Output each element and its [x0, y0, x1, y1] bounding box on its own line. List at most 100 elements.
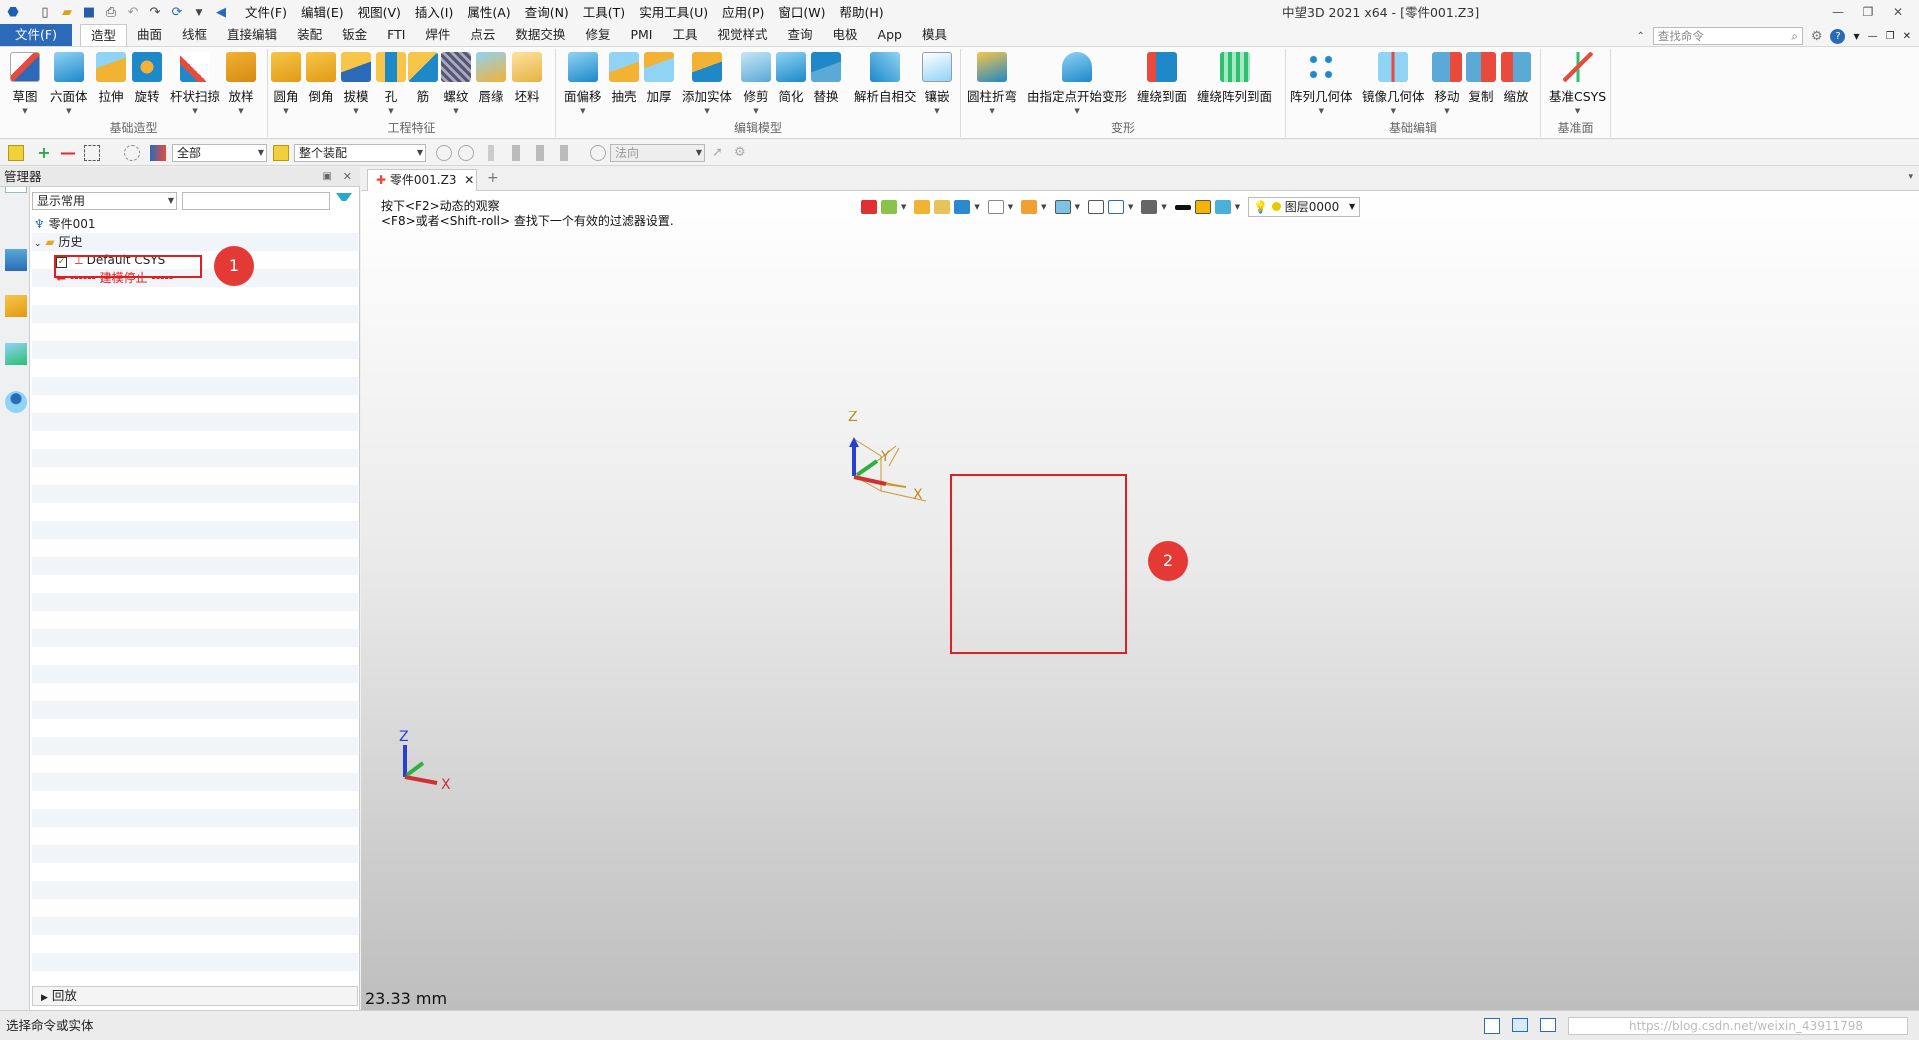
emboss-button[interactable]: 镶嵌 ▼ — [922, 52, 952, 115]
display-filter-select[interactable]: 显示常用 ▼ — [32, 192, 177, 210]
face-offset-button[interactable]: 面偏移 ▼ — [564, 52, 602, 115]
pencil-icon[interactable] — [914, 200, 931, 214]
cylinder-bend-button[interactable]: 圆柱折弯 ▼ — [967, 52, 1017, 115]
part-view-icon[interactable] — [5, 295, 27, 317]
display-settings-icon[interactable] — [1054, 200, 1071, 214]
dropdown-caret-icon[interactable]: ▼ — [1075, 203, 1080, 211]
stock-button[interactable]: 坯料 — [512, 52, 542, 105]
doc-close-icon[interactable]: ✕ — [1903, 31, 1911, 42]
settings-gear-icon[interactable]: ⚙ — [1811, 29, 1823, 44]
shell-button[interactable]: 抽壳 — [609, 52, 639, 105]
loft-button[interactable]: 放样 ▼ — [226, 52, 256, 115]
tab-list-dropdown-icon[interactable]: ▾ — [1908, 172, 1913, 182]
extrude-button[interactable]: 拉伸 — [96, 52, 126, 105]
replace-button[interactable]: 替换 — [811, 52, 841, 105]
menu-inquire[interactable]: 查询(N) — [518, 0, 576, 25]
print-icon[interactable]: ⎙ — [102, 4, 120, 22]
fillet-button[interactable]: 圆角 ▼ — [271, 52, 301, 115]
open-folder-icon[interactable]: ▰ — [58, 4, 76, 22]
exit-sketch-icon[interactable] — [861, 200, 877, 214]
tab-visual-style[interactable]: 视觉样式 — [707, 24, 777, 46]
tab-fti[interactable]: FTI — [377, 24, 415, 46]
remove-icon[interactable]: — — [60, 145, 76, 161]
tab-inquire[interactable]: 查询 — [778, 24, 823, 46]
simplify-button[interactable]: 简化 — [776, 52, 806, 105]
user-icon[interactable] — [5, 391, 27, 413]
tab-mold[interactable]: 模具 — [912, 24, 957, 46]
pick-filter-icon[interactable] — [881, 200, 897, 214]
thread-button[interactable]: 螺纹 ▼ — [441, 52, 471, 115]
hole-button[interactable]: 孔 ▼ — [376, 52, 406, 115]
rib-button[interactable]: 筋 — [408, 52, 438, 105]
undo-icon[interactable]: ↶ — [124, 4, 142, 22]
assembly-scope-icon[interactable] — [273, 145, 289, 161]
mirror-geometry-button[interactable]: 镜像几何体 ▼ — [1362, 52, 1425, 115]
tab-point-cloud[interactable]: 点云 — [460, 24, 505, 46]
copy-button[interactable]: 复制 — [1466, 52, 1496, 105]
material-icon[interactable] — [1214, 200, 1231, 214]
save-icon[interactable]: ■ — [80, 4, 98, 22]
menu-help[interactable]: 帮助(H) — [833, 0, 891, 25]
resolve-self-intersect-button[interactable]: 解析自相交 — [854, 52, 917, 105]
menu-window[interactable]: 窗口(W) — [771, 0, 832, 25]
assembly-scope-select[interactable]: 整个装配 ▼ — [294, 144, 426, 162]
new-file-icon[interactable]: ▯ — [36, 4, 54, 22]
layer-select[interactable]: 💡 图层0000 ▼ — [1248, 197, 1361, 217]
tab-app[interactable]: App — [868, 24, 912, 46]
tab-wireframe[interactable]: 线框 — [172, 24, 217, 46]
tab-pmi[interactable]: PMI — [620, 24, 662, 46]
refresh-icon[interactable]: ⟳ — [168, 4, 186, 22]
close-panel-icon[interactable]: ✕ — [343, 167, 352, 187]
new-tab-icon[interactable]: + — [487, 170, 499, 186]
add-icon[interactable]: + — [36, 145, 52, 161]
chamfer-button[interactable]: 倒角 — [306, 52, 336, 105]
collapse-ribbon-icon[interactable]: ⌃ — [1636, 31, 1644, 42]
dropdown-caret-icon[interactable]: ▼ — [1008, 203, 1013, 211]
tab-repair[interactable]: 修复 — [575, 24, 620, 46]
tab-weldment[interactable]: 焊件 — [415, 24, 460, 46]
minimize-icon[interactable]: — — [1827, 0, 1849, 25]
color-swatch-icon[interactable] — [1194, 200, 1211, 214]
dropdown-caret-icon[interactable]: ▼ — [1128, 203, 1133, 211]
render-mode-icon[interactable] — [1021, 200, 1038, 214]
wrap-to-face-button[interactable]: 缠绕到面 — [1137, 52, 1187, 105]
window-icon[interactable] — [1540, 1018, 1556, 1032]
section-view-icon[interactable] — [1107, 200, 1124, 214]
help-icon[interactable]: ? — [1830, 28, 1846, 44]
redo-icon[interactable]: ↷ — [146, 4, 164, 22]
scale-button[interactable]: 缩放 — [1501, 52, 1531, 105]
dropdown-caret-icon[interactable]: ▼ — [1161, 203, 1166, 211]
wireframe-cube-icon[interactable] — [987, 200, 1004, 214]
menu-tools[interactable]: 工具(T) — [576, 0, 632, 25]
quick-access-dropdown-icon[interactable]: ▼ — [190, 4, 208, 22]
background-color-icon[interactable] — [1141, 200, 1158, 214]
zoom-fit-icon[interactable] — [1087, 200, 1104, 214]
tab-sheetmetal[interactable]: 钣金 — [332, 24, 377, 46]
cube-icon[interactable] — [934, 200, 951, 214]
menu-file[interactable]: 文件(F) — [238, 0, 294, 25]
box-select-icon[interactable] — [84, 145, 100, 161]
manager-search-input[interactable] — [182, 192, 330, 210]
3d-viewport[interactable]: 按下<F2>动态的观察 <F8>或者<Shift-roll> 查找下一个有效的过… — [361, 191, 1919, 1010]
tab-assembly[interactable]: 装配 — [287, 24, 332, 46]
dropdown-caret-icon[interactable]: ▼ — [901, 203, 906, 211]
menu-attribute[interactable]: 属性(A) — [460, 0, 517, 25]
move-button[interactable]: 移动 ▼ — [1432, 52, 1462, 115]
draft-button[interactable]: 拔模 ▼ — [341, 52, 371, 115]
tab-direct-edit[interactable]: 直接编辑 — [217, 24, 287, 46]
dropdown-caret-icon[interactable]: ▼ — [1235, 203, 1240, 211]
playback-bar[interactable]: ▶ 回放 — [32, 986, 358, 1006]
box-button[interactable]: 六面体 ▼ — [50, 52, 88, 115]
tree-history-item[interactable]: ⌄ ▰ 历史 — [34, 233, 82, 251]
menu-view[interactable]: 视图(V) — [351, 0, 408, 25]
command-line-input[interactable]: https://blog.csdn.net/weixin_43911798 — [1568, 1017, 1908, 1035]
menu-utilities[interactable]: 实用工具(U) — [632, 0, 715, 25]
menu-apps[interactable]: 应用(P) — [715, 0, 771, 25]
datum-csys-button[interactable]: 基准CSYS ▼ — [1549, 52, 1606, 115]
tab-surface[interactable]: 曲面 — [127, 24, 172, 46]
funnel-filter-icon[interactable] — [336, 193, 352, 209]
sketch-button[interactable]: 草图 ▼ — [10, 52, 40, 115]
wrap-pattern-to-face-button[interactable]: 缠绕阵列到面 — [1197, 52, 1272, 105]
search-icon[interactable]: ⌕ — [1791, 28, 1797, 44]
tab-data-exchange[interactable]: 数据交换 — [505, 24, 575, 46]
